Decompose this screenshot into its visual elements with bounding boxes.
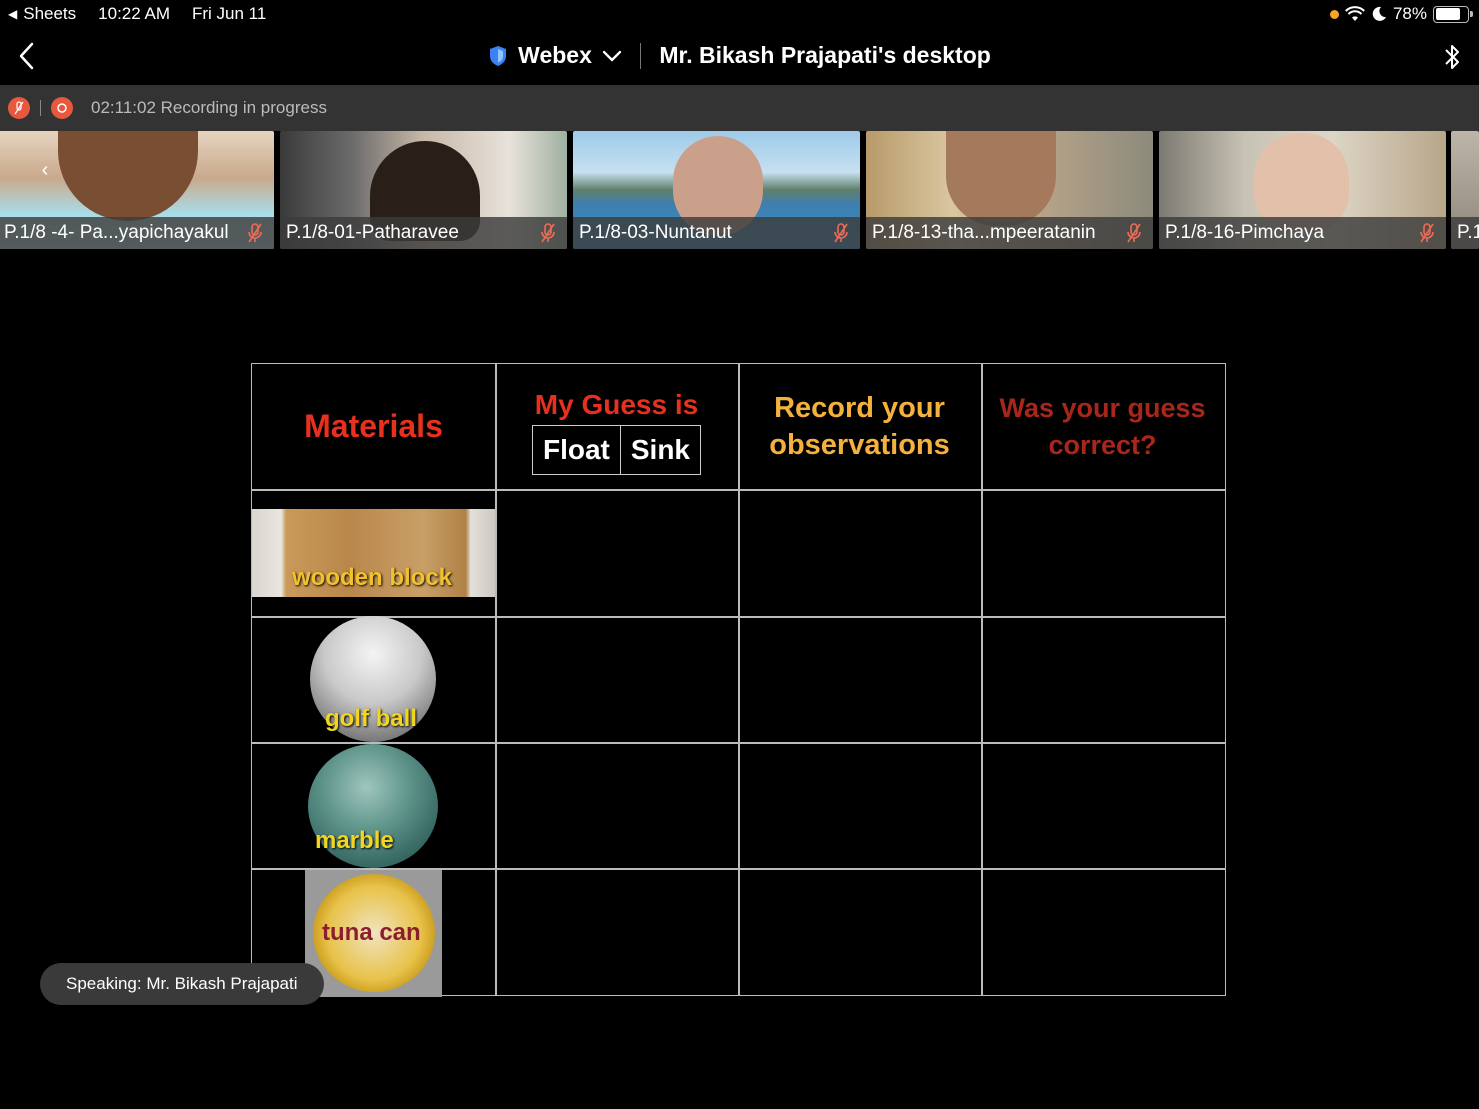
participant-tile[interactable]: P.1 [1451,131,1479,249]
participant-strip: P.1/8 -4- Pa...yapichayakul ‹ P.1/8-01-P… [0,131,1479,249]
shared-screen-title: Mr. Bikash Prajapati's desktop [659,42,991,68]
material-label: marble [315,827,394,854]
muted-mic-icon [1127,223,1141,243]
participant-name-bar: P.1/8-16-Pimchaya [1159,217,1446,249]
speaking-indicator: Speaking: Mr. Bikash Prajapati [40,963,324,1005]
recording-status: 02:11:02 Recording in progress [91,98,327,117]
wifi-icon [1345,6,1365,21]
muted-mic-icon [248,223,262,243]
status-left: ◀ Sheets 10:22 AM Fri Jun 11 [8,4,266,24]
header-divider [639,42,642,69]
participant-name-bar: P.1/8-03-Nuntanut [573,217,860,249]
status-time: 10:22 AM [98,4,170,23]
participant-name: P.1/8-01-Patharavee [286,222,459,243]
status-bar: ◀ Sheets 10:22 AM Fri Jun 11 78% [0,0,1479,28]
float-sink-box: Float Sink [531,424,702,475]
material-label: golf ball [325,705,417,732]
strip-previous-icon[interactable]: ‹ [30,155,60,185]
participant-name: P.1/8 -4- Pa...yapichayakul [4,222,229,243]
muted-mic-icon [541,223,555,243]
participant-video-face [946,131,1056,226]
header-record: Record your observations [738,364,981,489]
back-to-app-icon[interactable]: ◀ [8,7,17,21]
material-label: tuna can [322,919,421,946]
header-record-line2: observations [769,428,950,461]
header-guess: My Guess is Float Sink [495,364,738,489]
muted-mic-icon [1420,223,1434,243]
participant-name-bar: P.1/8-13-tha...mpeeratanin [866,217,1153,249]
app-name[interactable]: Webex [518,42,592,69]
battery-percent: 78% [1392,4,1427,23]
mic-in-use-indicator [1329,9,1339,19]
header-correct-line1: Was your guess [999,392,1206,423]
worksheet-table: Materials My Guess is Float Sink Record … [251,363,1226,997]
participant-name: P.1/8-13-tha...mpeeratanin [872,222,1096,243]
header-correct-line2: correct? [1048,429,1157,460]
chevron-down-icon[interactable] [602,49,622,63]
participant-name: P.1 [1457,222,1479,243]
participant-name-bar: P.1 [1451,217,1479,249]
speaking-text: Speaking: Mr. Bikash Prajapati [66,974,298,993]
participant-name: P.1/8-16-Pimchaya [1165,222,1325,243]
participant-tile[interactable]: P.1/8-13-tha...mpeeratanin [866,131,1153,249]
recording-separator [40,100,41,116]
security-shield-icon[interactable] [488,45,508,67]
muted-mic-icon[interactable] [8,97,30,119]
status-date: Fri Jun 11 [192,4,267,23]
header-correct: Was your guess correct? [981,364,1224,489]
header-record-line1: Record your [774,391,945,424]
participant-tile[interactable]: P.1/8 -4- Pa...yapichayakul [0,131,274,249]
do-not-disturb-moon-icon [1372,6,1386,21]
battery-fill [1435,8,1460,20]
header-materials-text: Materials [304,408,443,444]
meeting-header: Webex Mr. Bikash Prajapati's desktop [0,28,1479,85]
participant-tile[interactable]: P.1/8-16-Pimchaya [1159,131,1446,249]
material-label: wooden block [292,564,453,591]
header-materials: Materials [252,364,495,489]
header-guess-text: My Guess is [534,388,699,420]
status-right: 78% [1329,4,1473,24]
recording-bar: 02:11:02 Recording in progress [0,85,1479,131]
participant-name-bar: P.1/8-01-Patharavee [280,217,567,249]
float-label: Float [542,433,610,465]
sink-label: Sink [619,425,700,474]
participant-name: P.1/8-03-Nuntanut [579,222,732,243]
back-app-label[interactable]: Sheets [23,4,76,24]
bluetooth-icon[interactable] [1441,40,1463,74]
record-icon[interactable] [51,97,73,119]
participant-tile[interactable]: P.1/8-03-Nuntanut [573,131,860,249]
participant-name-bar: P.1/8 -4- Pa...yapichayakul [0,217,274,249]
muted-mic-icon [834,223,848,243]
participant-tile[interactable]: P.1/8-01-Patharavee [280,131,567,249]
header-title-group: Webex Mr. Bikash Prajapati's desktop [0,42,1479,69]
battery-icon [1433,5,1473,23]
